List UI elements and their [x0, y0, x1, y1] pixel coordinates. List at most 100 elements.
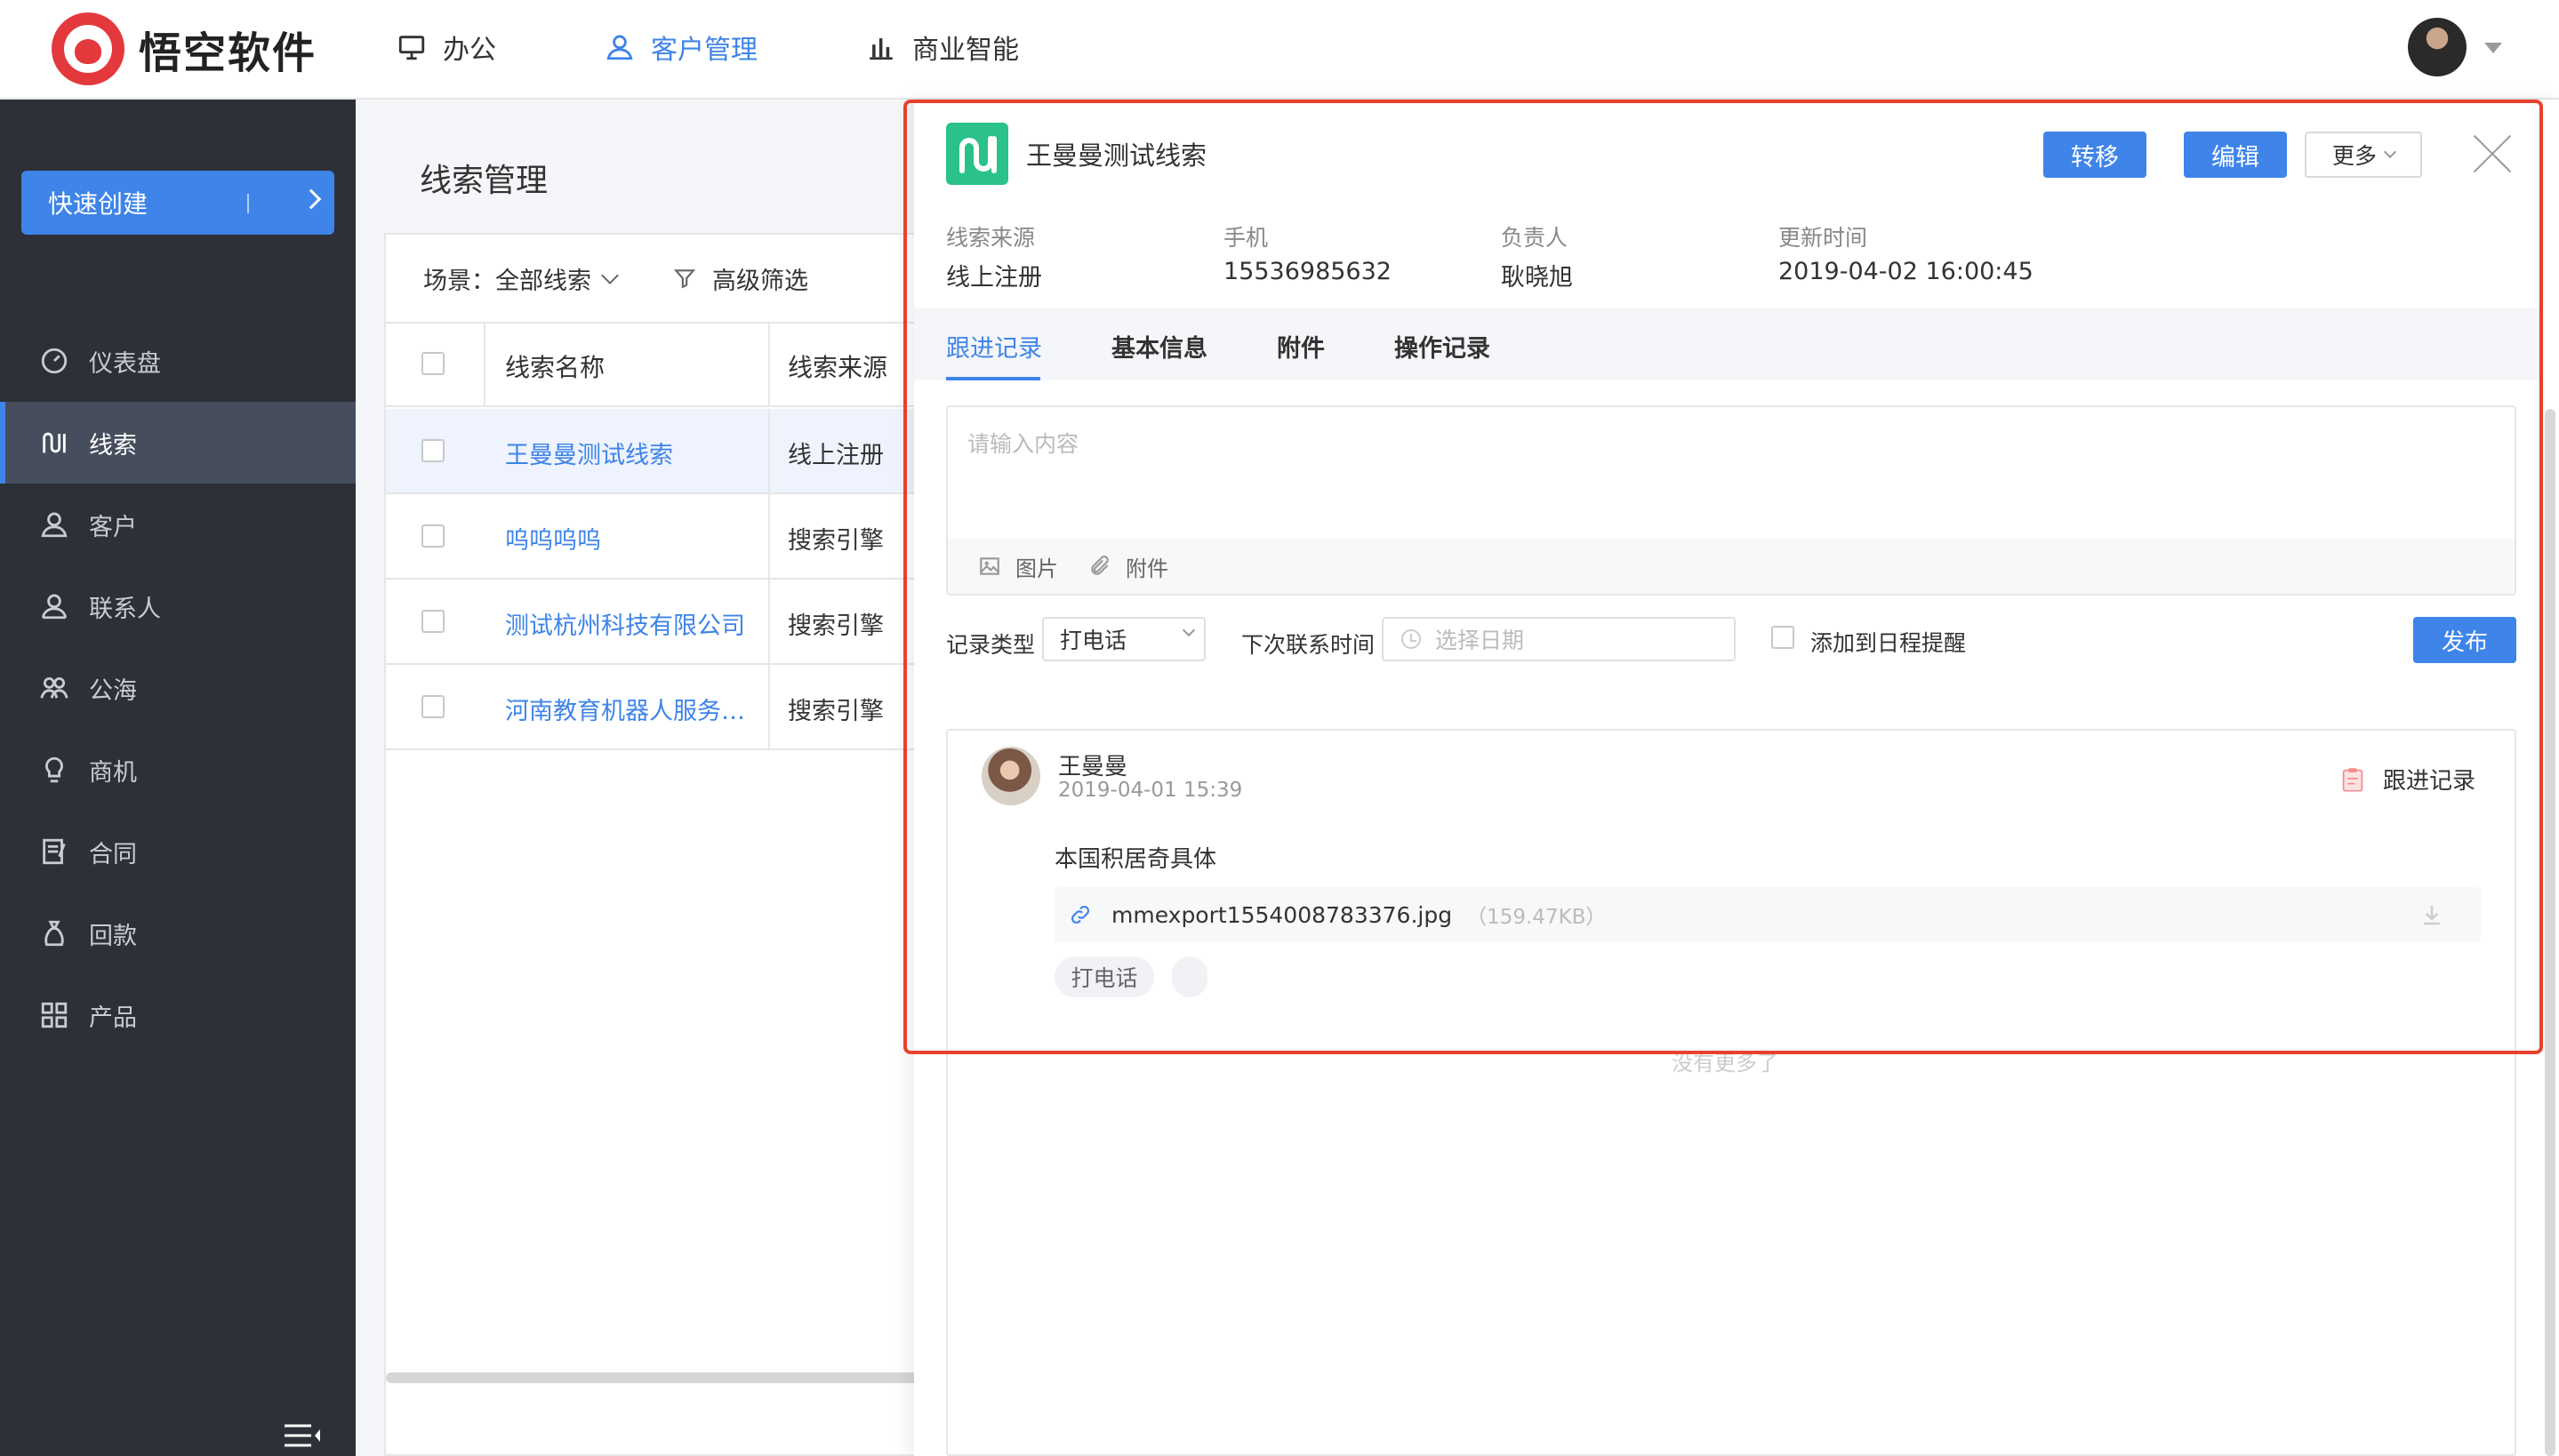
clue-type-icon [946, 123, 1008, 185]
attachment-name: mmexport1554008783376.jpg [1111, 901, 1453, 928]
money-bag-icon [44, 920, 64, 947]
link-icon [1071, 906, 1089, 924]
edit-button[interactable]: 编辑 [2184, 132, 2287, 178]
info-value-owner: 耿晓旭 [1501, 264, 1573, 292]
sidebar-item-contracts[interactable]: 合同 [0, 811, 356, 892]
clue-name-link[interactable]: 王曼曼测试线索 [505, 436, 673, 470]
publish-button[interactable]: 发布 [2413, 617, 2516, 663]
column-divider [768, 580, 770, 663]
next-contact-date-picker[interactable]: 选择日期 [1382, 617, 1736, 661]
insert-attachment-button[interactable]: 附件 [1088, 551, 1168, 582]
row-checkbox[interactable] [421, 524, 445, 548]
sidebar-item-label: 商机 [89, 758, 137, 787]
editor-placeholder: 请输入内容 [967, 431, 1079, 457]
contact-icon [41, 594, 68, 620]
sidebar-item-dashboard[interactable]: 仪表盘 [0, 320, 356, 402]
clue-source: 搜索引擎 [788, 527, 884, 555]
sidebar-item-label: 线索 [89, 431, 137, 460]
sidebar-item-clues[interactable]: 线索 [0, 402, 356, 484]
clue-source: 搜索引擎 [788, 612, 884, 640]
clue-icon [43, 432, 66, 453]
nav-office-label: 办公 [443, 35, 496, 66]
sidebar-item-contacts[interactable]: 联系人 [0, 565, 356, 647]
sidebar-item-customers[interactable]: 客户 [0, 484, 356, 565]
quick-create-button[interactable]: 快速创建 [21, 171, 334, 235]
record-type-badge: 跟进记录 [2340, 763, 2475, 796]
column-divider [768, 324, 770, 405]
schedule-remind-checkbox[interactable] [1771, 626, 1794, 649]
tab-operation-log[interactable]: 操作记录 [1394, 329, 1490, 364]
filter-bar: 场景： 全部线索 高级筛选 [386, 235, 919, 324]
customer-icon [41, 512, 68, 538]
column-header-source: 线索来源 [788, 353, 888, 382]
clue-name-link[interactable]: 测试杭州科技有限公司 [505, 606, 745, 641]
record-type-label: 记录类型 [946, 632, 1036, 658]
nav-office[interactable]: 办公 [397, 25, 496, 69]
sidebar-item-public-pool[interactable]: 公海 [0, 647, 356, 729]
tab-follow-up[interactable]: 跟进记录 [946, 329, 1042, 364]
tab-basic-info[interactable]: 基本信息 [1111, 329, 1207, 364]
table-row[interactable]: 河南教育机器人服务… 搜索引擎 [386, 665, 919, 750]
record-content: 本国积居奇具体 [1055, 846, 1217, 873]
user-avatar[interactable] [2408, 18, 2467, 76]
record-tag: 打电话 [1055, 956, 1154, 997]
app-logo[interactable]: 悟空软件 [52, 12, 317, 85]
clue-name-link[interactable]: 河南教育机器人服务… [505, 692, 745, 726]
scene-selector[interactable]: 场景： 全部线索 [423, 261, 619, 296]
info-value-updated: 2019-04-02 16:00:45 [1778, 258, 2034, 285]
avatar [982, 747, 1040, 805]
sidebar-item-payments[interactable]: 回款 [0, 892, 356, 974]
info-value-source: 线上注册 [946, 264, 1042, 292]
record-type-select[interactable]: 打电话 [1042, 617, 1206, 661]
image-tool-label: 图片 [1015, 556, 1058, 581]
row-checkbox[interactable] [421, 439, 445, 462]
sidebar-item-label: 仪表盘 [89, 349, 161, 378]
info-label-owner: 负责人 [1501, 225, 1568, 251]
transfer-button[interactable]: 转移 [2043, 132, 2146, 178]
attachment-item[interactable]: mmexport1554008783376.jpg （159.47KB） [1055, 887, 2481, 942]
download-icon[interactable] [2419, 901, 2445, 928]
horizontal-scrollbar[interactable] [386, 1372, 919, 1383]
clue-list-panel: 场景： 全部线索 高级筛选 线索名称 线索来源 王曼曼测试线索 线上注册 呜呜呜… [384, 233, 919, 1456]
sidebar-item-opportunities[interactable]: 商机 [0, 729, 356, 811]
chevron-down-icon [2383, 145, 2397, 159]
active-tab-indicator [946, 377, 1040, 380]
info-label-source: 线索来源 [946, 225, 1036, 251]
user-icon [606, 35, 633, 60]
more-button[interactable]: 更多 [2305, 132, 2422, 178]
vertical-scrollbar[interactable] [2545, 409, 2555, 1456]
select-all-checkbox[interactable] [421, 352, 445, 375]
bar-chart-icon [870, 38, 893, 60]
insert-image-button[interactable]: 图片 [978, 551, 1058, 582]
nav-business-intelligence[interactable]: 商业智能 [866, 25, 1019, 69]
sidebar-item-products[interactable]: 产品 [0, 974, 356, 1056]
nav-customer-management[interactable]: 客户管理 [605, 25, 758, 69]
top-navbar: 悟空软件 办公 客户管理 商业智能 [0, 0, 2559, 100]
info-value-phone: 15536985632 [1223, 258, 1392, 285]
column-header-name: 线索名称 [505, 353, 606, 382]
contract-icon [43, 838, 66, 865]
monkey-logo-icon [52, 12, 124, 85]
column-divider [768, 665, 770, 748]
row-checkbox[interactable] [421, 695, 445, 718]
follow-up-editor[interactable]: 请输入内容 图片 附件 [946, 405, 2516, 596]
clue-source: 搜索引擎 [788, 698, 884, 725]
chevron-down-icon[interactable] [2484, 43, 2502, 53]
monitor-icon [398, 36, 425, 60]
table-row[interactable]: 测试杭州科技有限公司 搜索引擎 [386, 580, 919, 665]
nav-business-intelligence-label: 商业智能 [912, 35, 1019, 66]
paperclip-icon [1091, 556, 1109, 575]
next-contact-label: 下次联系时间 [1241, 632, 1376, 658]
sidebar-item-label: 合同 [89, 840, 137, 868]
bulb-icon [45, 756, 63, 783]
sidebar-item-label: 产品 [89, 1004, 137, 1032]
close-icon[interactable] [2472, 133, 2513, 174]
table-row[interactable]: 呜呜呜呜 搜索引擎 [386, 494, 919, 580]
table-header: 线索名称 线索来源 [386, 324, 919, 407]
clue-name-link[interactable]: 呜呜呜呜 [505, 521, 601, 556]
advanced-filter-button[interactable]: 高级筛选 [673, 261, 808, 296]
table-row[interactable]: 王曼曼测试线索 线上注册 [386, 409, 919, 494]
menu-collapse-icon[interactable] [283, 1422, 322, 1449]
row-checkbox[interactable] [421, 610, 445, 633]
tab-attachments[interactable]: 附件 [1277, 329, 1325, 364]
